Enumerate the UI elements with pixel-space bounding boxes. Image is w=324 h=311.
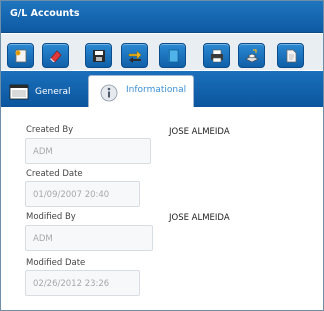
tab-bar: General Informational (1, 71, 323, 108)
modified-date-field[interactable]: 02/26/2012 23:26 (25, 270, 140, 296)
created-by-name: JOSE ALMEIDA (169, 127, 230, 137)
window-title: G/L Accounts (10, 8, 80, 19)
created-date-field[interactable]: 01/09/2007 20:40 (25, 181, 140, 207)
new-document-icon (15, 49, 26, 62)
window-icon (9, 84, 29, 100)
created-date-label: Created Date (26, 169, 83, 179)
export-icon (244, 48, 259, 62)
save-button[interactable] (85, 43, 112, 68)
tab-general[interactable]: General (9, 77, 87, 107)
gl-accounts-window: G/L Accounts General Informational Creat… (0, 0, 324, 311)
created-by-field[interactable]: ADM (25, 138, 151, 164)
print-button[interactable] (203, 43, 230, 68)
modified-by-field[interactable]: ADM (25, 225, 153, 251)
tab-informational-label: Informational (126, 85, 187, 95)
modified-by-label: Modified By (26, 212, 76, 222)
info-icon (100, 84, 118, 102)
title-bar: G/L Accounts (1, 1, 323, 33)
modified-date-label: Modified Date (26, 258, 86, 268)
book-icon (167, 49, 178, 62)
toolbar (1, 34, 323, 70)
modified-by-name: JOSE ALMEIDA (169, 213, 230, 223)
clear-button[interactable] (42, 43, 69, 68)
document-icon (286, 49, 296, 62)
book-button[interactable] (159, 43, 186, 68)
created-by-label: Created By (26, 125, 74, 135)
refresh-icon (128, 49, 141, 63)
save-icon (92, 49, 105, 62)
tab-general-label: General (35, 87, 71, 97)
new-button[interactable] (7, 43, 34, 68)
refresh-button[interactable] (121, 43, 148, 68)
tab-informational[interactable]: Informational (88, 75, 194, 108)
print-icon (210, 49, 223, 62)
eraser-icon (49, 49, 61, 63)
informational-panel: Created By JOSE ALMEIDA ADM Created Date… (1, 107, 323, 310)
export-button[interactable] (238, 43, 265, 68)
document-button[interactable] (277, 43, 304, 68)
